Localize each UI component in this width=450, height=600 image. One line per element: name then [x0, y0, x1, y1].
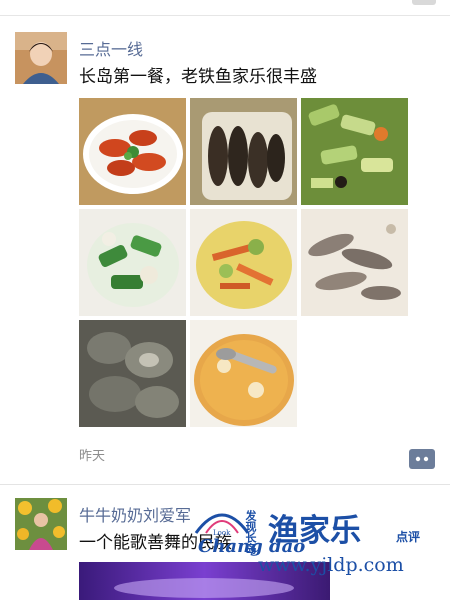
watermark-url: www.yjldp.com	[258, 554, 404, 576]
sea-cucumber-photo[interactable]	[190, 98, 297, 205]
shrimp-photo[interactable]	[79, 98, 186, 205]
user-name[interactable]: 三点一线	[79, 36, 143, 60]
avatar[interactable]	[15, 32, 67, 84]
post-text: 长岛第一餐，老铁鱼家乐很丰盛	[79, 67, 317, 87]
watermark-side: 发现长岛	[244, 510, 257, 554]
photo-grid	[79, 98, 409, 428]
watermark-brand: 渔家乐	[268, 513, 361, 549]
mantis-shrimp-photo[interactable]	[301, 209, 408, 316]
watermark-brand-sub: 点评	[396, 530, 421, 544]
soup-photo[interactable]	[190, 320, 297, 427]
user-name[interactable]: 牛牛奶奶刘爱军	[79, 502, 191, 526]
cucumber-salad-photo[interactable]	[301, 98, 408, 205]
comment-icon[interactable]	[409, 449, 435, 469]
stir-fry-photo[interactable]	[190, 209, 297, 316]
cucumber-dish-photo[interactable]	[79, 209, 186, 316]
watermark-logo-small: Look	[213, 529, 231, 537]
moment-post: 三点一线 长岛第一餐，老铁鱼家乐很丰盛 昨天	[0, 0, 450, 484]
avatar[interactable]	[15, 498, 67, 550]
post-time: 昨天	[79, 449, 106, 464]
abalone-photo[interactable]	[79, 320, 186, 427]
